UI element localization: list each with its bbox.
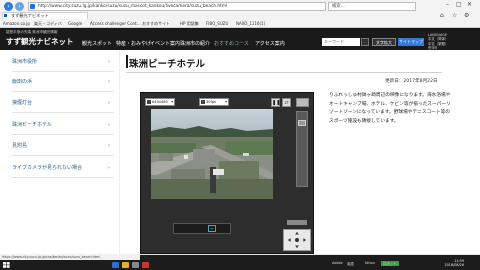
favorite-google[interactable]: Google [68,20,82,28]
text-size-button[interactable]: 文字拡大 [372,38,396,46]
close-icon[interactable]: ✕ [467,1,472,8]
camera-image [151,109,273,199]
browser-chrome: ‹ › http://www.city.suzu.lg.jp/kanko/suz… [0,0,480,28]
live-camera-viewer: 640x480 ▾ 30fps ▾ ❚❚ ⇄ + [140,92,314,254]
tab-favicon [4,14,7,17]
pause-button[interactable]: ❚❚ [271,98,280,107]
sidebar-item-lighthouse[interactable]: 狼煙灯台 › [12,93,114,113]
nav-specialties[interactable]: 特産・おみやげ [116,40,151,47]
refresh-button[interactable]: ⇄ [282,98,291,107]
favorites-bar: Amazon.co.jp 楽天・ゴディバ Google Access chall… [0,20,480,28]
nav-courses[interactable]: おすすめコース [214,40,249,47]
updated-date: 更新日：2017年8月22日 [385,79,438,84]
minimize-icon[interactable]: – [446,1,449,8]
site-logo[interactable]: すず観光ナビネット [6,36,74,47]
favorite-access[interactable]: Access challenger Cont... [90,20,140,28]
sidebar-item-iida[interactable]: 飯田の浜 › [12,72,114,92]
chevron-right-icon: › [108,79,110,85]
preset-marker[interactable]: + [208,225,216,232]
camera-toolbar: 640x480 ▾ 30fps ▾ ❚❚ ⇄ [145,98,311,108]
tray-robot[interactable]: ロボット [381,261,399,266]
settings-gear-icon[interactable]: ⚙ [464,12,469,19]
site-icon [30,4,35,9]
favorites-star-icon[interactable]: ☆ [452,12,457,19]
sidebar-item-city-hall[interactable]: 珠洲市役所 › [12,52,114,72]
address-bar[interactable]: http://www.city.suzu.lg.jp/kanko/suzu/su… [28,2,326,11]
nav-spots[interactable]: 観光スポット [82,40,112,47]
language-ko[interactable]: 한국어 [428,46,448,50]
site-search-button[interactable] [361,38,369,46]
home-icon[interactable]: ⌂ [440,12,444,19]
favorite-amazon[interactable]: Amazon.co.jp [3,20,30,28]
back-button[interactable]: ‹ [4,2,13,11]
favorite-naxo[interactable]: NAXO_1116(1) [236,20,265,28]
page-title: 珠洲ビーチホテル [129,59,206,70]
browser-search-input[interactable]: 検索... [328,2,416,11]
sidebar-item-beach-hotel[interactable]: 珠洲ビーチホテル › [12,115,114,135]
browser-status-url: https://www.city.suzu.lg.jp/sns/kanko/su… [0,254,140,260]
title-accent [126,55,128,68]
title-divider [126,72,442,73]
sidebar-item-mitsukejima[interactable]: 見附島 › [12,136,114,156]
tab-active[interactable]: すず観光ナビネット [2,12,88,19]
sidebar-item-help[interactable]: ライブカメラが見られない場合 › [12,158,114,178]
tray-nihon[interactable]: Nihon [365,261,375,265]
ie-taskbar-icon[interactable] [112,262,119,268]
chevron-right-icon: › [108,59,110,65]
forward-button[interactable]: › [15,2,24,11]
chevron-right-icon: › [108,143,110,149]
favorite-fibo[interactable]: FIBO_SUZU [206,20,228,28]
favorite-glossary[interactable]: HP 用語集 [180,20,199,28]
pan-tilt-pad[interactable] [283,229,311,251]
sidebar: 珠洲市役所 › 飯田の浜 › 狼煙灯台 › 珠洲ビーチホテル › 見附島 › ライブカメラ… [0,50,120,254]
tray-adobe[interactable]: Adobe [332,261,343,265]
chevron-right-icon: › [108,165,110,171]
maximize-icon[interactable]: □ [456,1,462,8]
app-taskbar-icon[interactable] [142,262,149,268]
favorite-recommended[interactable]: おすすめサイト [142,20,170,28]
nav-about[interactable]: 珠洲市の紹介 [180,40,210,47]
zoom-slider[interactable] [296,111,308,187]
site-header: 能登半島の先端 珠洲市観光情報 すず観光ナビネット 観光スポット 特産・おみやげ… [0,28,480,50]
framerate-select[interactable]: 30fps ▾ [199,98,229,106]
language-menu: LANGUAGE 中文（简体） 中文（繁體） 한국어 [428,33,448,51]
explorer-taskbar-icon[interactable] [122,262,129,268]
chevron-down-icon: ▾ [225,100,227,104]
windows-start-icon[interactable] [3,262,10,268]
taskbar-clock[interactable]: 11:59 2018/08/26 [440,259,464,267]
nav-access[interactable]: アクセス案内 [255,40,285,47]
nav-events[interactable]: イベント案内 [150,40,180,47]
preset-bar[interactable]: + [173,223,231,234]
fullscreen-button[interactable] [296,98,309,107]
description-text: りふれっしゅ村鉢ヶ崎周辺の映像になります。海水浴場やオートキャンプ場、ホテル、ケ… [329,93,451,124]
site-search-input[interactable]: キーワード [322,38,360,46]
resolution-select[interactable]: 640x480 ▾ [145,98,175,106]
favorite-rakuten[interactable]: 楽天・ゴディバ [34,20,62,28]
chevron-right-icon: › [108,100,110,106]
store-taskbar-icon[interactable] [132,262,139,268]
chevron-right-icon: › [108,122,110,128]
chevron-down-icon: ▾ [171,100,173,104]
clock-date: 2018/08/26 [444,263,464,268]
zoom-indicator [287,220,307,225]
site-tagline: 能登半島の先端 珠洲市観光情報 [6,30,58,34]
sitemap-button[interactable]: サイトマップ [398,38,424,46]
zoom-slider-handle[interactable] [298,120,306,126]
tray-english[interactable]: 英語 [347,261,354,266]
